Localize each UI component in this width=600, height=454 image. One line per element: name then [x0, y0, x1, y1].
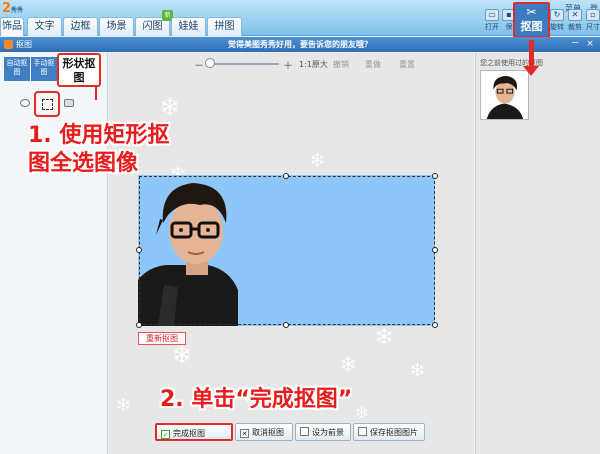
actual-size-button[interactable]: 1:1原大	[299, 59, 328, 70]
resize-handle[interactable]	[432, 173, 438, 179]
dialog-title: 抠图	[16, 40, 32, 49]
tab-manual-matting[interactable]: 手动抠图	[31, 57, 57, 81]
matting-button[interactable]: ✂ 抠图	[513, 2, 550, 38]
tab-doll[interactable]: 娃娃	[171, 17, 206, 36]
snowflake-icon: ❄	[409, 358, 426, 382]
minimize-button[interactable]: －	[570, 37, 580, 52]
zoom-slider-handle[interactable]	[205, 58, 215, 68]
rounded-rect-tool-icon[interactable]	[64, 99, 74, 107]
zoom-in-button[interactable]: ＋	[283, 57, 293, 72]
tab-scene[interactable]: 场景	[99, 17, 134, 36]
crop-icon: ✕	[568, 9, 582, 21]
history-thumbnail[interactable]	[480, 70, 529, 120]
size-button[interactable]: ▫ 尺寸	[584, 9, 600, 32]
resize-handle[interactable]	[432, 322, 438, 328]
resize-handle[interactable]	[432, 247, 438, 253]
selection-rectangle[interactable]	[139, 176, 435, 325]
snowflake-icon: ❄	[115, 393, 132, 417]
annotation-step1: 1. 使用矩形抠 图全选图像	[28, 123, 170, 176]
snowflake-icon: ❄	[339, 353, 358, 378]
zoom-bar: － ＋ 1:1原大 撤销 重做 重置	[109, 53, 474, 73]
close-button[interactable]: ×	[585, 37, 595, 52]
rotate-button[interactable]: ↻ 旋转	[548, 9, 566, 32]
snowflake-icon: ❄	[374, 323, 395, 351]
crop-button[interactable]: ✕ 裁剪	[566, 9, 584, 32]
foreground-icon	[300, 427, 309, 436]
resize-handle[interactable]	[283, 322, 289, 328]
cancel-icon: ✕	[240, 429, 249, 438]
annotation-arrow	[529, 40, 534, 68]
top-bar: 2秀秀 饰品 文字 边框 场景 闪图新 娃娃 拼图 菜单 登 ▭打开 ▪保 ↻旋…	[0, 0, 600, 36]
thumbnail-image	[481, 71, 528, 119]
annotation-step2: 2. 单击“完成抠图”	[160, 387, 353, 412]
resize-handle[interactable]	[283, 173, 289, 179]
reset-button[interactable]: 重置	[399, 59, 415, 70]
tab-flash[interactable]: 闪图新	[135, 10, 173, 36]
set-foreground-button[interactable]: 设为前景	[295, 423, 351, 441]
tab-puzzle[interactable]: 拼图	[207, 17, 242, 36]
tab-border[interactable]: 边框	[63, 17, 98, 36]
zoom-out-button[interactable]: －	[194, 57, 204, 72]
rotate-icon: ↻	[550, 9, 564, 21]
dialog-message[interactable]: 觉得美图秀秀好用，要告诉您的朋友哦？	[200, 37, 400, 52]
tab-auto-matting[interactable]: 自动抠图	[4, 57, 30, 81]
lasso-tool-icon[interactable]	[20, 99, 30, 107]
resize-handle[interactable]	[136, 247, 142, 253]
snowflake-icon: ❄	[309, 148, 326, 172]
folder-icon: ▭	[485, 9, 499, 21]
snowflake-icon: ❄	[171, 341, 193, 371]
annotation-connector	[95, 86, 97, 100]
resize-handle[interactable]	[136, 322, 142, 328]
redo-button[interactable]: 重做	[365, 59, 381, 70]
tab-accessories[interactable]: 饰品	[0, 17, 24, 36]
undo-button[interactable]: 撤销	[333, 59, 349, 70]
zoom-slider-track[interactable]	[207, 63, 279, 65]
complete-matting-button[interactable]: ✓ 完成抠图	[155, 423, 233, 441]
app-logo: 2秀秀	[2, 1, 24, 16]
check-icon: ✓	[161, 430, 170, 439]
save-matting-image-button[interactable]: 保存抠图图片	[353, 423, 425, 441]
rectangle-icon	[42, 99, 53, 110]
cancel-matting-button[interactable]: ✕ 取消抠图	[235, 423, 293, 441]
tab-shape-matting[interactable]: 形状抠图	[57, 53, 101, 87]
snowflake-icon: ❄	[159, 93, 181, 123]
redo-matting-button[interactable]: 重新抠图	[138, 332, 186, 345]
size-icon: ▫	[586, 9, 600, 21]
rect-select-tool[interactable]	[34, 91, 60, 117]
matting-dialog-icon	[4, 40, 13, 49]
annotation-arrow-head	[523, 66, 539, 76]
save-image-icon	[358, 427, 367, 436]
open-button[interactable]: ▭ 打开	[483, 9, 501, 32]
tab-text[interactable]: 文字	[27, 17, 62, 36]
scissors-icon: ✂	[526, 5, 537, 19]
right-panel: 您之前使用过的抠图	[475, 53, 600, 454]
dialog-header: 抠图 觉得美图秀秀好用，要告诉您的朋友哦？ － ×	[0, 37, 600, 52]
